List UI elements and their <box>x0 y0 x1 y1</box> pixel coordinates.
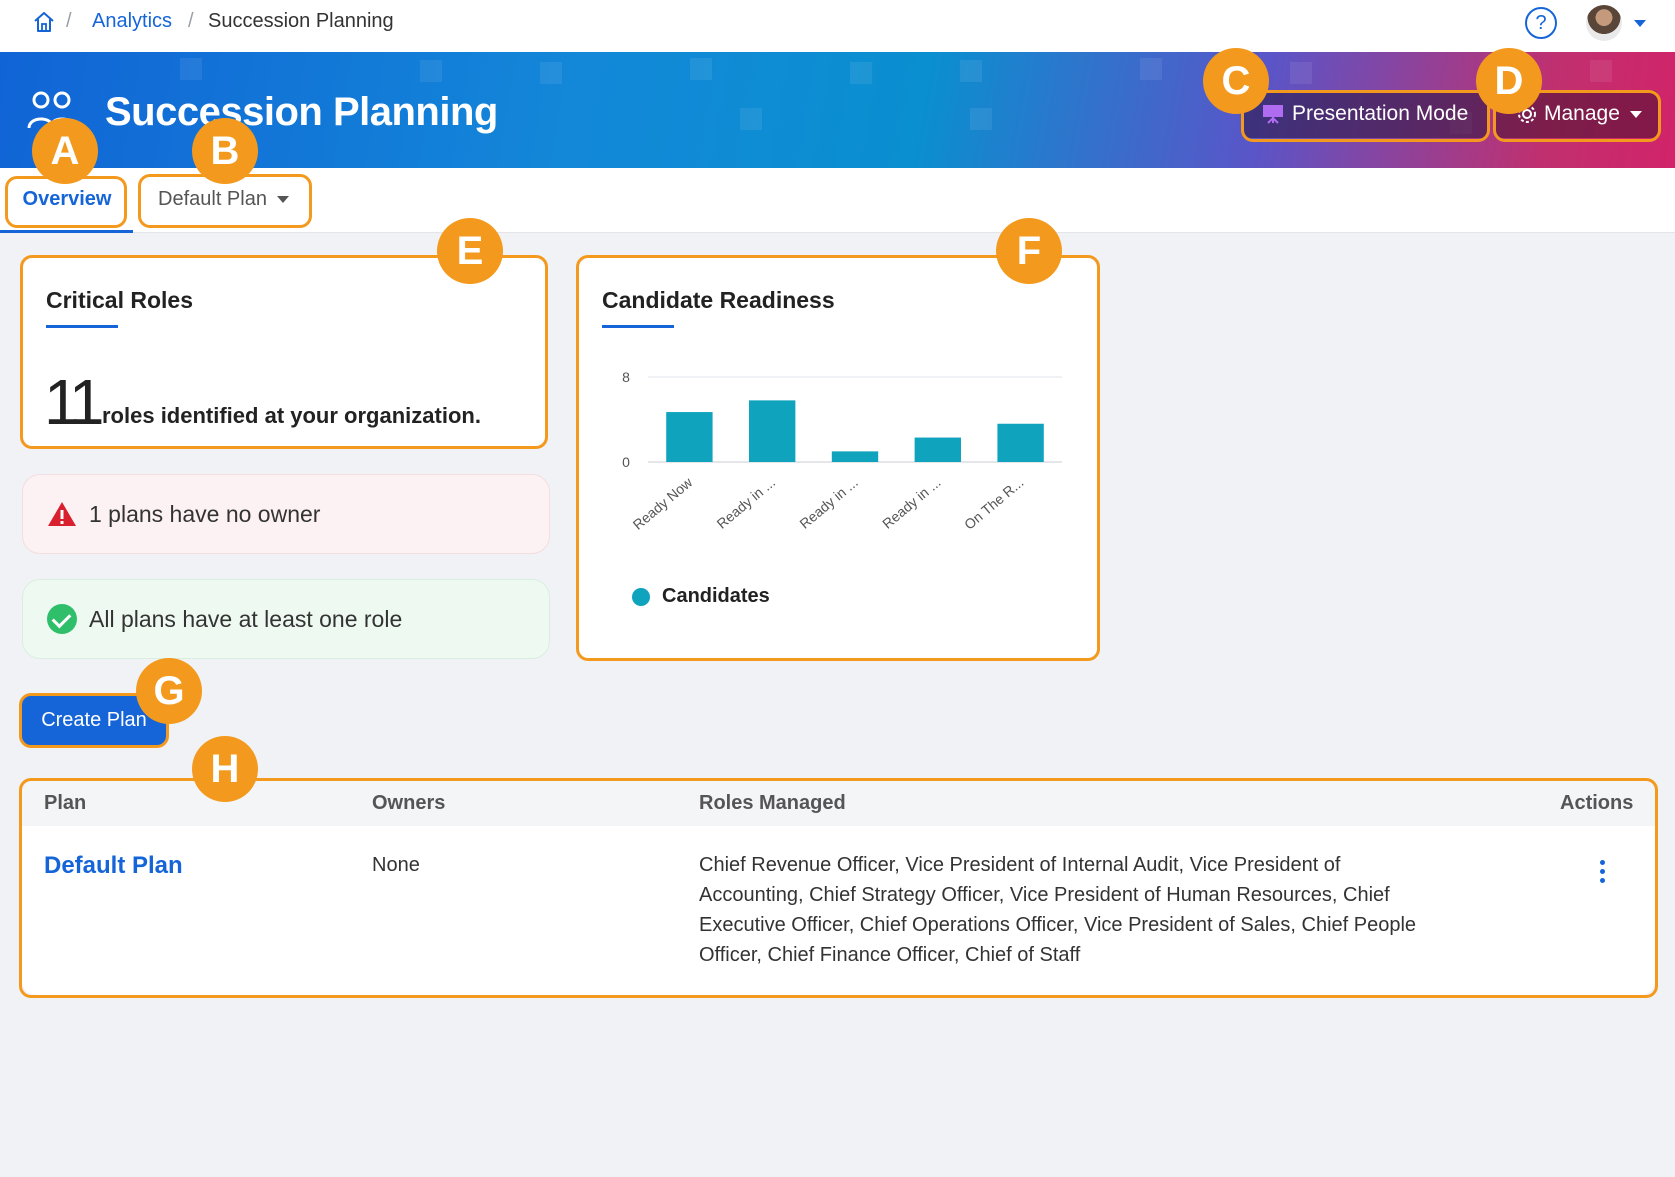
breadcrumb-analytics-link[interactable]: Analytics <box>92 10 172 33</box>
x-tick-label: On The R... <box>961 474 1027 533</box>
critical-roles-text: roles identified at your organization. <box>102 403 481 428</box>
chart-bar[interactable] <box>914 437 961 462</box>
no-owner-alert: 1 plans have no owner <box>22 474 550 554</box>
tab-overview[interactable]: Overview <box>8 178 126 220</box>
presentation-icon <box>1263 105 1283 124</box>
no-owner-alert-text: 1 plans have no owner <box>89 500 321 527</box>
annotation-marker-b: B <box>192 118 258 184</box>
title-underline <box>46 325 118 328</box>
critical-roles-card: Critical Roles 11 roles identified at yo… <box>22 257 546 447</box>
breadcrumb-current: Succession Planning <box>208 10 394 32</box>
more-actions-icon[interactable] <box>1596 860 1608 888</box>
chart-bar[interactable] <box>666 412 713 462</box>
chevron-down-icon <box>1629 110 1642 118</box>
column-header-plan: Plan <box>44 792 87 814</box>
x-tick-label: Ready Now <box>630 473 696 532</box>
tab-bar: Overview Default Plan <box>0 168 1675 233</box>
plans-table: Plan Owners Roles Managed Actions Defaul… <box>22 780 1655 995</box>
chart-bar[interactable] <box>749 400 796 462</box>
chevron-down-icon <box>276 195 289 203</box>
check-circle-icon <box>47 604 77 634</box>
column-header-actions: Actions <box>1560 792 1634 814</box>
breadcrumb-separator: / <box>188 10 194 32</box>
avatar[interactable] <box>1586 5 1622 41</box>
table-header: Plan Owners Roles Managed Actions <box>22 780 1655 826</box>
plan-name-link[interactable]: Default Plan <box>44 852 183 880</box>
chart-bar[interactable] <box>831 451 879 462</box>
candidate-readiness-card: Candidate Readiness 0 8 Ready Now Ready in … <box>578 257 1098 659</box>
plan-roles: Chief Revenue Officer, Vice President of… <box>699 854 1417 966</box>
candidate-readiness-chart: 0 8 Ready Now Ready in ... Ready in ... Ready… <box>622 369 1062 533</box>
chart-legend[interactable]: Candidates <box>632 585 770 608</box>
annotation-marker-c: C <box>1203 48 1269 114</box>
manage-label: Manage <box>1544 102 1620 125</box>
home-icon[interactable] <box>32 10 56 34</box>
annotation-marker-h: H <box>192 736 258 802</box>
warning-icon <box>48 502 76 526</box>
critical-roles-count: 11 <box>44 366 104 438</box>
page-title: Succession Planning <box>105 90 498 134</box>
legend-dot <box>632 587 650 606</box>
critical-roles-title: Critical Roles <box>46 287 193 313</box>
top-bar: / Analytics / Succession Planning ? <box>0 0 1675 52</box>
column-header-roles: Roles Managed <box>699 792 846 814</box>
x-tick-label: Ready in ... <box>714 474 779 532</box>
breadcrumb-separator: / <box>66 10 72 32</box>
chevron-down-icon[interactable] <box>1634 20 1646 27</box>
chart-bar[interactable] <box>997 423 1044 462</box>
presentation-mode-label: Presentation Mode <box>1292 102 1469 125</box>
active-tab-indicator <box>0 230 133 233</box>
y-tick-label: 0 <box>622 454 630 470</box>
annotation-marker-f: F <box>996 218 1062 284</box>
annotation-marker-e: E <box>437 218 503 284</box>
column-header-owners: Owners <box>372 792 446 814</box>
annotation-marker-a: A <box>32 118 98 184</box>
x-tick-label: Ready in ... <box>796 474 861 532</box>
plan-select-dropdown[interactable]: Default Plan <box>142 178 308 220</box>
presentation-mode-button[interactable]: Presentation Mode <box>1244 90 1488 138</box>
plan-owners: None <box>372 854 420 876</box>
annotation-marker-g: G <box>136 658 202 724</box>
annotation-marker-d: D <box>1476 48 1542 114</box>
x-tick-label: Ready in ... <box>879 474 944 532</box>
y-tick-label: 8 <box>622 369 630 385</box>
legend-label: Candidates <box>662 585 770 607</box>
help-icon[interactable]: ? <box>1525 7 1557 39</box>
plan-select-value: Default Plan <box>158 187 267 210</box>
roles-ok-alert: All plans have at least one role <box>22 579 550 659</box>
roles-ok-alert-text: All plans have at least one role <box>89 605 403 632</box>
